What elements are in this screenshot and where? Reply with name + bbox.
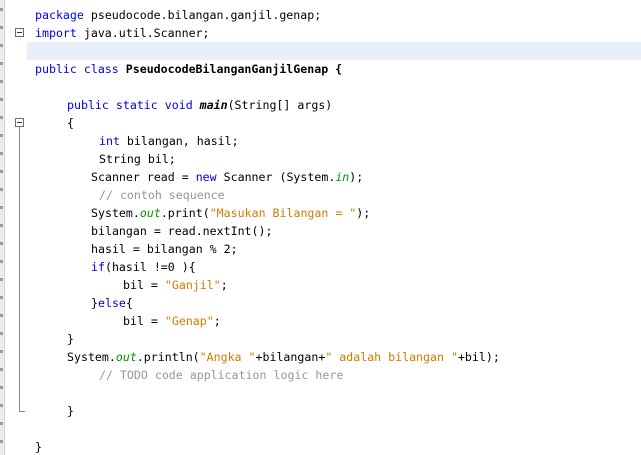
collapse-imports-icon[interactable]	[15, 28, 24, 37]
code-editor[interactable]: package pseudocode.bilangan.ganjil.genap…	[0, 0, 641, 455]
code-line-println: System.out.println("Angka "+bilangan+" a…	[67, 350, 500, 364]
code-line-class: public class PseudocodeBilanganGanjilGen…	[35, 62, 343, 76]
code-line-string-decl: String bil;	[99, 152, 176, 166]
code-line-main: public static void main(String[] args)	[67, 98, 333, 112]
method-fold-line	[19, 127, 20, 411]
method-fold-end	[19, 411, 25, 412]
code-line-int-decl: int bilangan, hasil;	[99, 134, 239, 148]
code-line-import: import java.util.Scanner;	[35, 26, 210, 40]
code-line-genap: bil = "Genap";	[123, 314, 221, 328]
code-line-comment-todo: // TODO code application logic here	[99, 368, 344, 382]
code-line-modulo: hasil = bilangan % 2;	[91, 242, 238, 256]
current-line-highlight	[27, 42, 641, 60]
fold-gutter	[5, 0, 27, 455]
collapse-method-icon[interactable]	[15, 118, 24, 127]
code-line-package: package pseudocode.bilangan.ganjil.genap…	[35, 8, 322, 22]
code-line-scanner: Scanner read = new Scanner (System.in);	[91, 170, 364, 184]
code-line-comment-sequence: // contoh sequence	[99, 188, 225, 202]
code-line-close-main: }	[67, 404, 74, 418]
code-line-if: if(hasil !=0 ){	[91, 260, 196, 274]
code-line-print: System.out.print("Masukan Bilangan = ");	[91, 206, 371, 220]
code-line-else: }else{	[91, 296, 133, 310]
code-line-nextint: bilangan = read.nextInt();	[91, 224, 273, 238]
code-line-open-brace: {	[67, 116, 74, 130]
code-line-close-class: }	[35, 440, 42, 454]
code-line-ganjil: bil = "Ganjil";	[123, 278, 228, 292]
code-line-close-if: }	[67, 332, 74, 346]
